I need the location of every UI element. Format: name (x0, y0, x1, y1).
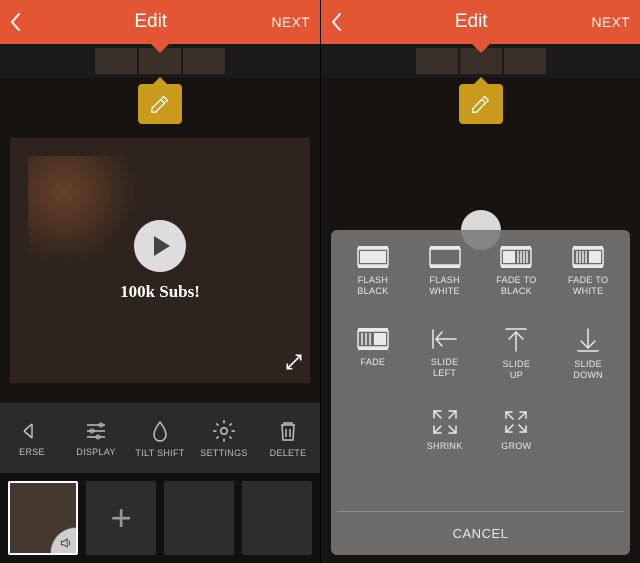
transition-fade-to-black[interactable]: FADE TOBLACK (496, 244, 536, 297)
clip-tray: + (0, 473, 320, 563)
video-overlay-text: 100k Subs! (120, 282, 200, 302)
transition-label: FADE TOWHITE (568, 275, 608, 297)
slide-down-icon (575, 326, 601, 354)
tool-settings[interactable]: SETTINGS (192, 418, 256, 458)
header: Edit NEXT (0, 0, 320, 44)
header-notch-icon (150, 43, 170, 53)
tool-delete[interactable]: DELETE (256, 418, 320, 458)
screen-transitions: Edit NEXT FLASHBLACK FLASHWHITE (320, 0, 640, 563)
plus-icon: + (111, 497, 132, 539)
timeline-clip[interactable] (183, 48, 225, 74)
transitions-grid: FLASHBLACK FLASHWHITE FADE TOBLACK FADE … (337, 244, 624, 511)
video-preview[interactable]: 100k Subs! (10, 138, 310, 383)
clip-slot-empty[interactable] (164, 481, 234, 555)
add-clip-button[interactable]: + (86, 481, 156, 555)
timeline-clip[interactable] (95, 48, 137, 74)
transition-label: SHRINK (427, 441, 463, 452)
clip-slot-empty[interactable] (242, 481, 312, 555)
shrink-icon (431, 408, 459, 436)
screen-edit-main: Edit NEXT 100k Subs! ERSE DISPLAY (0, 0, 320, 563)
fade-white-icon (571, 244, 605, 270)
pencil-icon (149, 93, 171, 115)
tool-label: ERSE (19, 447, 45, 457)
grow-icon (502, 408, 530, 436)
next-button[interactable]: NEXT (591, 14, 630, 30)
fullscreen-button[interactable] (284, 352, 304, 377)
transition-fade-to-white[interactable]: FADE TOWHITE (568, 244, 608, 297)
transition-label: FLASHWHITE (429, 275, 460, 297)
play-icon (154, 236, 170, 256)
tool-tilt-shift[interactable]: TILT SHIFT (128, 418, 192, 458)
tool-reverse[interactable]: ERSE (0, 419, 64, 457)
header-title: Edit (455, 11, 488, 33)
transition-label: FLASHBLACK (357, 275, 388, 297)
transitions-sheet: FLASHBLACK FLASHWHITE FADE TOBLACK FADE … (331, 230, 630, 555)
transition-label: FADE (361, 357, 386, 368)
clip-slot-selected[interactable] (8, 481, 78, 555)
back-button[interactable] (10, 12, 30, 32)
timeline-clip[interactable] (416, 48, 458, 74)
transition-label: SLIDEUP (503, 359, 531, 381)
tool-label: DISPLAY (76, 447, 115, 457)
flash-white-icon (428, 244, 462, 270)
flash-black-icon (356, 244, 390, 270)
transition-label: FADE TOBLACK (496, 275, 536, 297)
edit-clip-button[interactable] (138, 84, 182, 124)
gear-icon (211, 418, 237, 444)
slide-up-icon (503, 326, 529, 354)
reverse-icon (20, 419, 44, 443)
edit-toolbar: ERSE DISPLAY TILT SHIFT SETTINGS DELETE (0, 403, 320, 473)
transition-grow[interactable]: GROW (501, 408, 531, 452)
header-title: Edit (134, 11, 167, 33)
edit-clip-button[interactable] (459, 84, 503, 124)
transition-fade[interactable]: FADE (356, 326, 390, 368)
trash-icon (276, 418, 300, 444)
transition-flash-white[interactable]: FLASHWHITE (428, 244, 462, 297)
timeline-clip[interactable] (504, 48, 546, 74)
transition-slide-down[interactable]: SLIDEDOWN (573, 326, 603, 381)
slide-left-icon (430, 326, 460, 352)
pencil-icon (470, 93, 492, 115)
transition-slide-up[interactable]: SLIDEUP (503, 326, 531, 381)
transition-label: SLIDELEFT (431, 357, 459, 379)
back-button[interactable] (331, 12, 351, 32)
tool-display[interactable]: DISPLAY (64, 419, 128, 457)
tool-label: SETTINGS (200, 448, 247, 458)
header-notch-icon (471, 43, 491, 53)
audio-badge[interactable] (46, 523, 76, 553)
preview-lighting (28, 156, 148, 276)
fade-icon (356, 326, 390, 352)
header: Edit NEXT (321, 0, 640, 44)
cancel-button[interactable]: CANCEL (337, 511, 624, 555)
sliders-icon (83, 419, 109, 443)
tool-label: DELETE (270, 448, 307, 458)
next-button[interactable]: NEXT (271, 14, 310, 30)
speaker-icon (59, 536, 73, 550)
transition-slide-left[interactable]: SLIDELEFT (430, 326, 460, 379)
tool-label: TILT SHIFT (135, 448, 184, 458)
transition-flash-black[interactable]: FLASHBLACK (356, 244, 390, 297)
droplet-icon (148, 418, 172, 444)
transition-label: SLIDEDOWN (573, 359, 603, 381)
transition-shrink[interactable]: SHRINK (427, 408, 463, 452)
transition-label: GROW (501, 441, 531, 452)
fade-black-icon (499, 244, 533, 270)
expand-icon (284, 352, 304, 372)
